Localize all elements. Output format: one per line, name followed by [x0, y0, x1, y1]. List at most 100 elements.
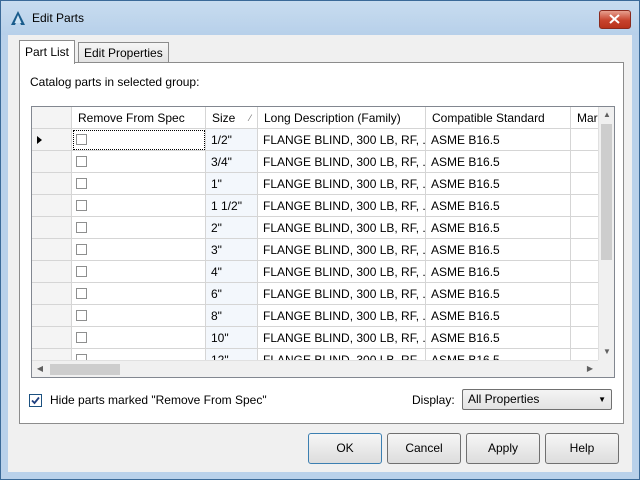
table-row[interactable]: 3" FLANGE BLIND, 300 LB, RF, ... ASME B16.…	[32, 239, 614, 261]
size-cell[interactable]: 10"	[206, 327, 258, 349]
size-cell[interactable]: 4"	[206, 261, 258, 283]
horizontal-scrollbar[interactable]: ◀ ▶	[32, 360, 598, 377]
remove-from-spec-cell[interactable]	[72, 239, 206, 261]
help-button[interactable]: Help	[545, 433, 619, 464]
column-header-standard[interactable]: Compatible Standard	[426, 107, 571, 129]
remove-from-spec-cell[interactable]	[72, 217, 206, 239]
size-cell[interactable]: 8"	[206, 305, 258, 327]
checkmark-icon	[31, 396, 40, 405]
description-cell[interactable]: FLANGE BLIND, 300 LB, RF, ...	[258, 261, 426, 283]
row-header[interactable]	[32, 129, 72, 151]
table-row[interactable]: 2" FLANGE BLIND, 300 LB, RF, ... ASME B16.…	[32, 217, 614, 239]
title-bar[interactable]: Edit Parts	[1, 1, 639, 35]
remove-from-spec-cell[interactable]	[72, 305, 206, 327]
description-cell[interactable]: FLANGE BLIND, 300 LB, RF, ...	[258, 129, 426, 151]
remove-from-spec-cell[interactable]	[72, 151, 206, 173]
remove-from-spec-cell[interactable]	[72, 195, 206, 217]
scroll-left-icon[interactable]: ◀	[32, 364, 48, 373]
description-cell[interactable]: FLANGE BLIND, 300 LB, RF, ...	[258, 151, 426, 173]
description-cell[interactable]: FLANGE BLIND, 300 LB, RF, ...	[258, 239, 426, 261]
standard-cell[interactable]: ASME B16.5	[426, 173, 571, 195]
remove-from-spec-cell[interactable]	[72, 173, 206, 195]
row-header[interactable]	[32, 173, 72, 195]
remove-from-spec-cell[interactable]	[72, 261, 206, 283]
vertical-scrollbar[interactable]: ▲ ▼	[598, 107, 614, 360]
remove-from-spec-checkbox[interactable]	[76, 266, 87, 277]
scroll-right-icon[interactable]: ▶	[582, 364, 598, 373]
parts-grid[interactable]: Remove From Spec Size ⁄ Long Description …	[31, 106, 615, 378]
standard-cell[interactable]: ASME B16.5	[426, 261, 571, 283]
standard-cell[interactable]: ASME B16.5	[426, 327, 571, 349]
vertical-scroll-thumb[interactable]	[601, 124, 612, 260]
table-row[interactable]: 6" FLANGE BLIND, 300 LB, RF, ... ASME B16.…	[32, 283, 614, 305]
standard-cell[interactable]: ASME B16.5	[426, 305, 571, 327]
row-header-corner	[32, 107, 72, 129]
column-header-description[interactable]: Long Description (Family)	[258, 107, 426, 129]
close-button[interactable]	[599, 10, 631, 29]
description-cell[interactable]: FLANGE BLIND, 300 LB, RF, ...	[258, 217, 426, 239]
cancel-button[interactable]: Cancel	[387, 433, 461, 464]
table-row[interactable]: 1/2" FLANGE BLIND, 300 LB, RF, ... ASME B1…	[32, 129, 614, 151]
column-header-label: Size	[212, 111, 236, 125]
display-label: Display:	[412, 393, 455, 407]
description-cell[interactable]: FLANGE BLIND, 300 LB, RF, ...	[258, 195, 426, 217]
row-header[interactable]	[32, 239, 72, 261]
remove-from-spec-cell[interactable]	[72, 283, 206, 305]
row-header[interactable]	[32, 305, 72, 327]
scroll-down-icon[interactable]: ▼	[599, 347, 614, 356]
apply-button[interactable]: Apply	[466, 433, 540, 464]
remove-from-spec-checkbox[interactable]	[76, 244, 87, 255]
remove-from-spec-checkbox[interactable]	[76, 178, 87, 189]
row-header[interactable]	[32, 283, 72, 305]
table-row[interactable]: 3/4" FLANGE BLIND, 300 LB, RF, ... ASME B1…	[32, 151, 614, 173]
hide-parts-checkbox[interactable]	[29, 394, 42, 407]
remove-from-spec-checkbox[interactable]	[76, 222, 87, 233]
standard-cell[interactable]: ASME B16.5	[426, 239, 571, 261]
standard-cell[interactable]: ASME B16.5	[426, 217, 571, 239]
tab-edit-properties[interactable]: Edit Properties	[78, 42, 169, 63]
ok-button[interactable]: OK	[308, 433, 382, 464]
row-header[interactable]	[32, 261, 72, 283]
remove-from-spec-cell[interactable]	[72, 129, 206, 151]
description-cell[interactable]: FLANGE BLIND, 300 LB, RF, ...	[258, 283, 426, 305]
horizontal-scroll-thumb[interactable]	[50, 364, 120, 375]
description-cell[interactable]: FLANGE BLIND, 300 LB, RF, ...	[258, 327, 426, 349]
table-row[interactable]: 8" FLANGE BLIND, 300 LB, RF, ... ASME B16.…	[32, 305, 614, 327]
row-header[interactable]	[32, 217, 72, 239]
column-header-label: Compatible Standard	[432, 111, 545, 125]
table-row[interactable]: 10" FLANGE BLIND, 300 LB, RF, ... ASME B16…	[32, 327, 614, 349]
tab-part-list[interactable]: Part List	[19, 40, 76, 64]
description-cell[interactable]: FLANGE BLIND, 300 LB, RF, ...	[258, 305, 426, 327]
table-row[interactable]: 1" FLANGE BLIND, 300 LB, RF, ... ASME B16.…	[32, 173, 614, 195]
size-cell[interactable]: 1"	[206, 173, 258, 195]
size-cell[interactable]: 1 1/2"	[206, 195, 258, 217]
scroll-up-icon[interactable]: ▲	[599, 110, 614, 119]
remove-from-spec-checkbox[interactable]	[76, 156, 87, 167]
standard-cell[interactable]: ASME B16.5	[426, 195, 571, 217]
row-header[interactable]	[32, 151, 72, 173]
column-header-remove[interactable]: Remove From Spec	[72, 107, 206, 129]
chevron-down-icon: ▼	[598, 395, 606, 404]
remove-from-spec-checkbox[interactable]	[76, 332, 87, 343]
standard-cell[interactable]: ASME B16.5	[426, 129, 571, 151]
standard-cell[interactable]: ASME B16.5	[426, 151, 571, 173]
remove-from-spec-cell[interactable]	[72, 327, 206, 349]
size-cell[interactable]: 2"	[206, 217, 258, 239]
standard-cell[interactable]: ASME B16.5	[426, 283, 571, 305]
row-header[interactable]	[32, 327, 72, 349]
row-header[interactable]	[32, 195, 72, 217]
remove-from-spec-checkbox[interactable]	[76, 288, 87, 299]
part-list-panel: Catalog parts in selected group: Remove …	[19, 62, 624, 424]
table-row[interactable]: 4" FLANGE BLIND, 300 LB, RF, ... ASME B16.…	[32, 261, 614, 283]
remove-from-spec-checkbox[interactable]	[76, 310, 87, 321]
table-row[interactable]: 1 1/2" FLANGE BLIND, 300 LB, RF, ... ASME …	[32, 195, 614, 217]
size-cell[interactable]: 1/2"	[206, 129, 258, 151]
size-cell[interactable]: 6"	[206, 283, 258, 305]
remove-from-spec-checkbox[interactable]	[76, 200, 87, 211]
display-dropdown[interactable]: All Properties ▼	[462, 389, 612, 410]
size-cell[interactable]: 3/4"	[206, 151, 258, 173]
size-cell[interactable]: 3"	[206, 239, 258, 261]
description-cell[interactable]: FLANGE BLIND, 300 LB, RF, ...	[258, 173, 426, 195]
column-header-size[interactable]: Size ⁄	[206, 107, 258, 129]
remove-from-spec-checkbox[interactable]	[76, 134, 87, 145]
